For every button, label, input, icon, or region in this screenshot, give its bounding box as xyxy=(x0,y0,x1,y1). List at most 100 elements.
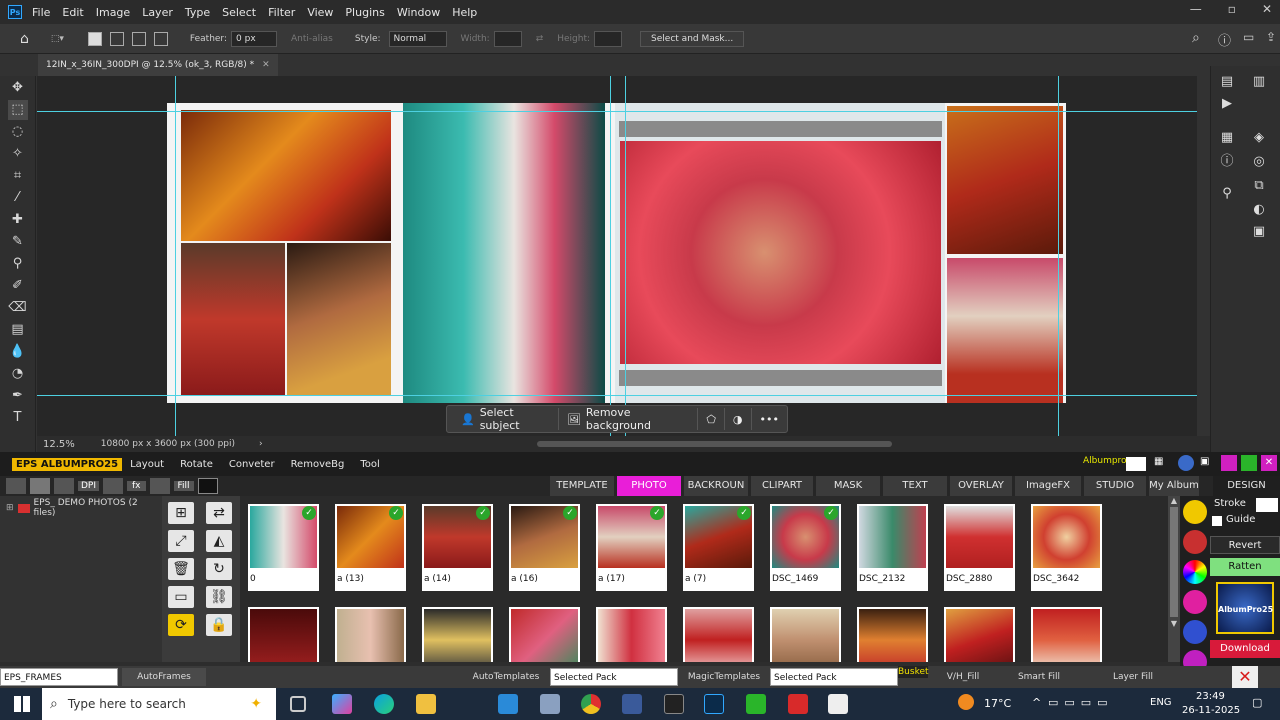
film-icon[interactable] xyxy=(103,478,124,494)
paths-icon[interactable]: ⧉ xyxy=(1251,178,1267,194)
lock-icon[interactable]: 🔒 xyxy=(206,614,232,636)
layer-fill-button[interactable]: Layer Fill xyxy=(1098,668,1168,686)
image-tool-icon[interactable]: ▣ xyxy=(1200,456,1209,467)
pen-tool-icon[interactable]: ✒ xyxy=(8,386,28,406)
blur-tool-icon[interactable]: 💧 xyxy=(8,342,28,362)
photo-couple-lights[interactable] xyxy=(181,110,391,241)
thumbnail[interactable]: DSC_3642 xyxy=(1031,504,1102,591)
plugin-close-icon[interactable]: ✕ xyxy=(1261,455,1277,471)
share-icon[interactable]: ⇪ xyxy=(1266,30,1276,44)
eyedropper-tool-icon[interactable]: ⁄ xyxy=(8,188,28,208)
edge-icon[interactable] xyxy=(374,694,394,714)
thumbnail[interactable] xyxy=(248,607,319,662)
selected-pack-select-1[interactable]: Selected Pack xyxy=(550,668,678,686)
albumpro-logo[interactable]: AlbumPro25 xyxy=(1216,582,1274,634)
tab-photo[interactable]: PHOTO xyxy=(617,476,681,496)
minimize-icon[interactable]: — xyxy=(1190,2,1202,16)
new-selection-icon[interactable] xyxy=(87,31,102,46)
clock-time[interactable]: 23:49 xyxy=(1196,691,1225,702)
save-tool-icon[interactable] xyxy=(149,478,170,494)
photo-bride-garland[interactable] xyxy=(181,243,285,396)
file-explorer-icon[interactable] xyxy=(416,694,436,714)
magic-wand-tool-icon[interactable]: ✧ xyxy=(8,144,28,164)
close-icon[interactable]: ✕ xyxy=(1262,2,1272,16)
gradient-tool-icon[interactable]: ▤ xyxy=(8,320,28,340)
windows-start-icon[interactable] xyxy=(14,696,30,712)
photo-bride-veil[interactable] xyxy=(620,141,941,364)
scroll-thumb[interactable] xyxy=(1170,507,1178,617)
thumbnail[interactable]: ✓ a (16) xyxy=(509,504,580,591)
tray-chevron-icon[interactable]: ^ xyxy=(1032,696,1041,709)
plugin-menu-rotate[interactable]: Rotate xyxy=(180,459,213,470)
grid-icon[interactable]: ▦ xyxy=(1154,456,1163,467)
expand-icon[interactable]: ⊞ xyxy=(6,503,14,513)
plugin-menu-tool[interactable]: Tool xyxy=(360,459,379,470)
height-input[interactable] xyxy=(594,30,623,47)
document-tab[interactable]: 12IN_x_36IN_300DPI @ 12.5% (ok_3, RGB/8)… xyxy=(38,54,278,76)
ratten-button[interactable]: Ratten xyxy=(1210,558,1280,576)
photo-couple-right-bottom[interactable] xyxy=(947,258,1063,403)
maximize-icon[interactable]: ▫ xyxy=(1228,2,1236,16)
drops-icon[interactable] xyxy=(1183,530,1207,554)
thumbnail[interactable]: DSC_2132 xyxy=(857,504,928,591)
thumbnail[interactable] xyxy=(509,607,580,662)
thumbnail[interactable]: ✓ a (17) xyxy=(596,504,667,591)
menu-window[interactable]: Window xyxy=(397,6,440,19)
color-wheel-icon[interactable] xyxy=(1183,560,1207,584)
link-icon[interactable]: ⛓ xyxy=(206,586,232,608)
lasso-tool-icon[interactable]: ◌ xyxy=(8,122,28,142)
album-spread[interactable] xyxy=(167,103,1066,403)
tab-clipart[interactable]: CLIPART xyxy=(751,476,813,496)
thumbnail[interactable]: DSC_2880 xyxy=(944,504,1015,591)
tab-design[interactable]: DESIGN xyxy=(1213,476,1280,496)
tab-studio[interactable]: STUDIO xyxy=(1084,476,1146,496)
workspace-icon[interactable]: ▭ xyxy=(1243,30,1254,44)
app-icon-3[interactable] xyxy=(664,694,684,714)
stamp-icon[interactable]: ⚲ xyxy=(1219,186,1235,202)
scroll-down-icon[interactable]: ▼ xyxy=(1168,619,1180,628)
magictemplates-button[interactable]: MagicTemplates xyxy=(682,668,766,686)
guide-checkbox[interactable] xyxy=(1212,516,1222,526)
home-icon[interactable]: ⌂ xyxy=(20,31,29,47)
book-icon[interactable] xyxy=(1126,457,1146,471)
add-selection-icon[interactable] xyxy=(109,31,124,46)
tab-imagefx[interactable]: ImageFX xyxy=(1015,476,1081,496)
add-folder-icon[interactable]: ▭ xyxy=(168,586,194,608)
layers-icon[interactable]: ◈ xyxy=(1251,130,1267,146)
zoom-level[interactable]: 12.5% xyxy=(43,439,75,450)
thumbnail[interactable]: ✓ a (7) xyxy=(683,504,754,591)
properties-icon[interactable]: ◐ xyxy=(1251,202,1267,218)
chrome-icon[interactable] xyxy=(581,694,601,714)
close-plugin-icon[interactable]: ✕ xyxy=(1232,666,1258,688)
adjustments-icon[interactable]: ▣ xyxy=(1251,224,1267,240)
copilot-icon[interactable] xyxy=(332,694,352,714)
subtract-selection-icon[interactable] xyxy=(131,31,146,46)
thumbnail[interactable]: ✓ a (14) xyxy=(422,504,493,591)
stroke-color-swatch[interactable] xyxy=(1256,498,1278,512)
thumbnail[interactable] xyxy=(1031,607,1102,662)
menu-view[interactable]: View xyxy=(307,6,333,19)
brush-tool-icon[interactable]: ✎ xyxy=(8,232,28,252)
globe-icon[interactable] xyxy=(1178,455,1194,471)
swirl-icon[interactable] xyxy=(1183,590,1207,614)
feather-input[interactable]: 0 px xyxy=(231,30,278,47)
task-view-icon[interactable] xyxy=(290,696,306,712)
style-select[interactable]: Normal xyxy=(388,30,447,47)
menu-layer[interactable]: Layer xyxy=(142,6,173,19)
remove-background-button[interactable]: 🖼 Remove background xyxy=(559,406,699,432)
tray-icons[interactable]: ▭▭▭▭ xyxy=(1048,696,1114,709)
type-tool-icon[interactable]: T xyxy=(8,408,28,428)
move-tool-icon[interactable]: ✥ xyxy=(8,78,28,98)
revert-button[interactable]: Revert xyxy=(1210,536,1280,554)
tab-backroun[interactable]: BACKROUN xyxy=(684,476,748,496)
photo-couple-right-top[interactable] xyxy=(947,106,1063,254)
transform-icon[interactable]: ⬠ xyxy=(698,408,725,430)
add-frame-icon[interactable]: ⊞ xyxy=(168,502,194,524)
marquee-preset-icon[interactable]: ⬚▾ xyxy=(51,34,64,44)
app-icon-2[interactable] xyxy=(622,694,642,714)
clone-stamp-tool-icon[interactable]: ⚲ xyxy=(8,254,28,274)
thumbnails-scrollbar[interactable]: ▲ ▼ xyxy=(1168,496,1180,662)
tree-item-demo-photos[interactable]: ⊞ EPS_ DEMO PHOTOS (2 files) xyxy=(6,498,162,518)
channels-icon[interactable]: ◎ xyxy=(1251,154,1267,170)
busket-label[interactable]: Busket xyxy=(898,666,929,678)
